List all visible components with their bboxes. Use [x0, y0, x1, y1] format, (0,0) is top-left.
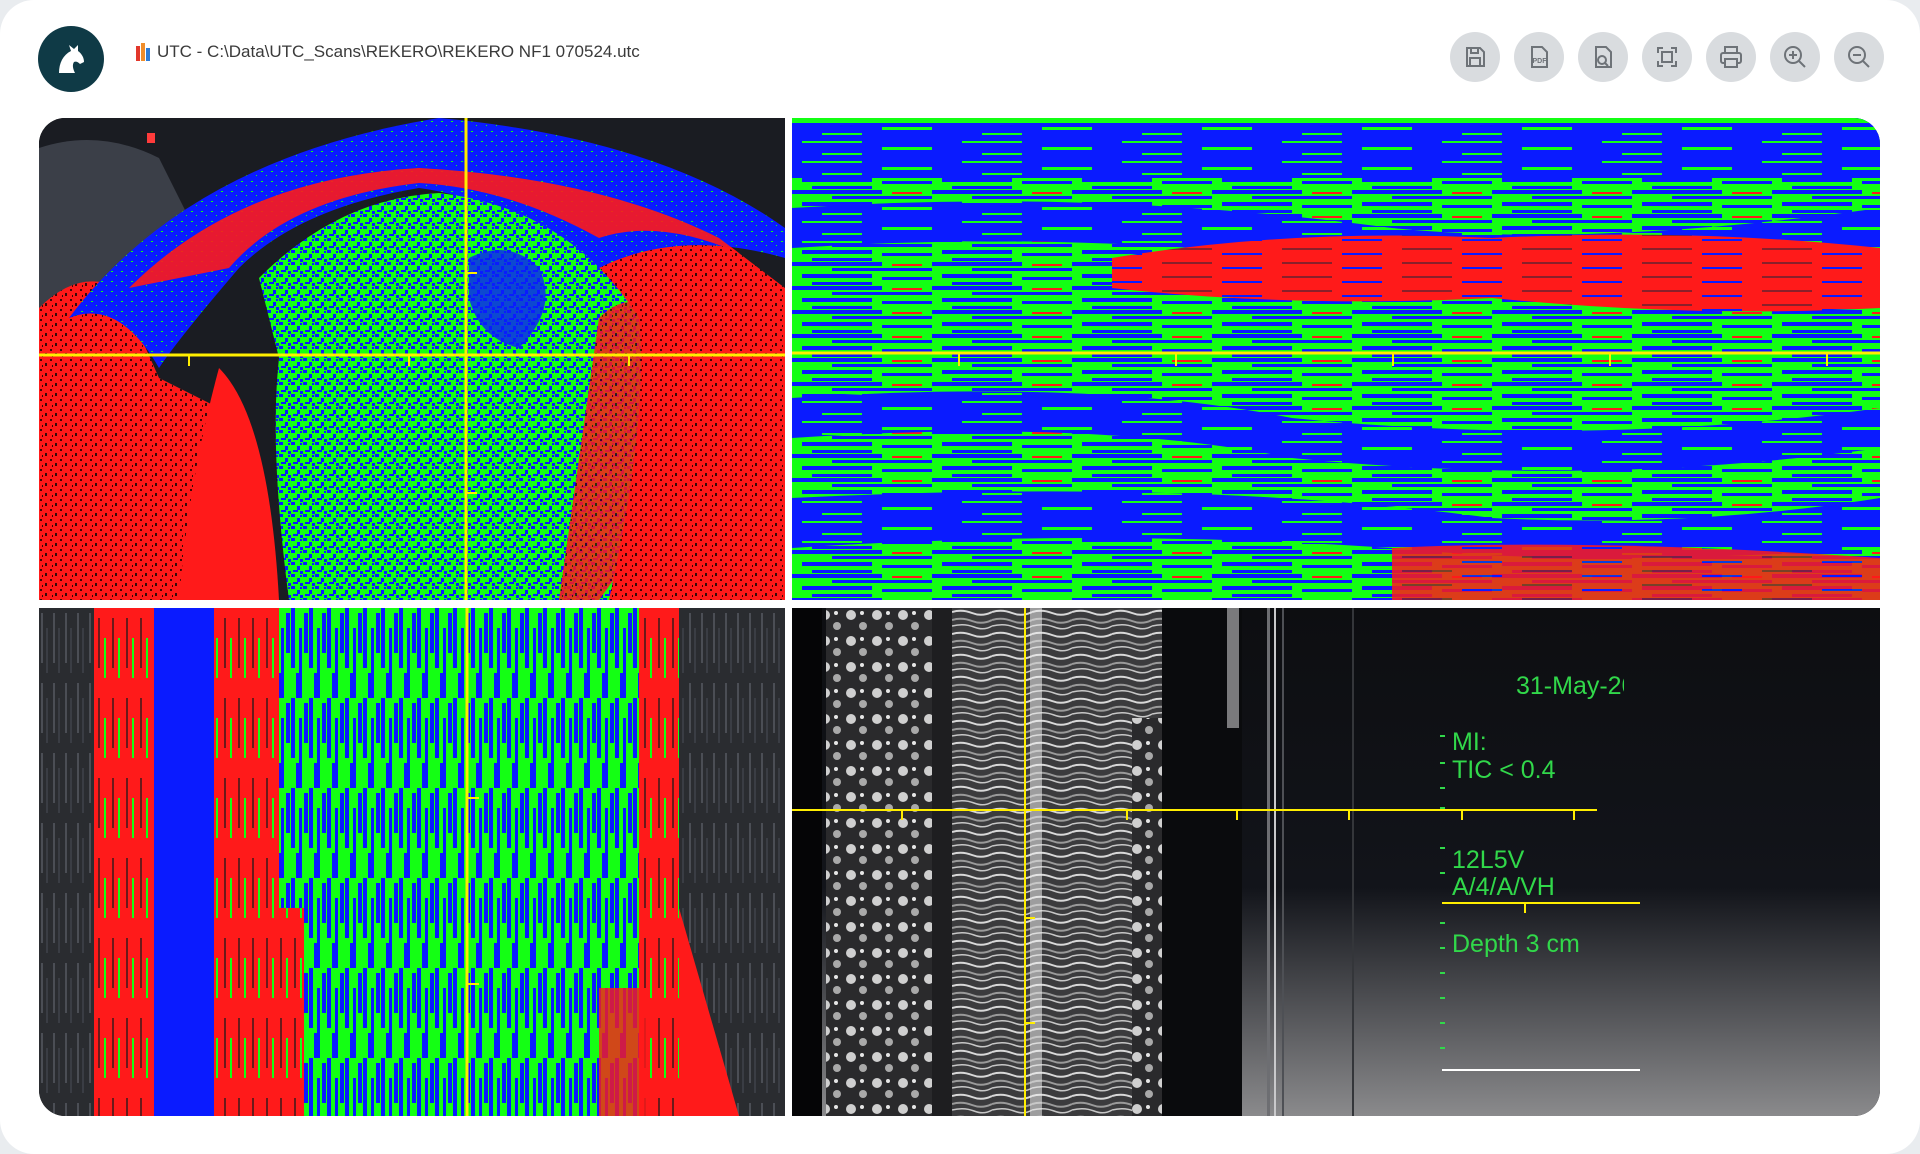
- bmode-scan-image: [792, 608, 1880, 1116]
- pdf-button[interactable]: PDF: [1514, 32, 1564, 82]
- longitudinal-scan-image: [792, 118, 1880, 600]
- transverse-scan-image: [39, 118, 785, 600]
- sagittal-scan-panel[interactable]: [39, 608, 785, 1116]
- preset-label: A/4/A/VH: [1452, 873, 1555, 901]
- title-bar: UTC - C:\Data\UTC_Scans\REKERO\REKERO NF…: [0, 0, 1920, 112]
- mi-label: MI:: [1452, 728, 1487, 756]
- zoom-out-button[interactable]: [1834, 32, 1884, 82]
- pdf-icon: PDF: [1531, 46, 1548, 68]
- window-title-area: UTC - C:\Data\UTC_Scans\REKERO\REKERO NF…: [136, 42, 640, 62]
- utc-app-icon: [136, 43, 150, 61]
- pdf-label: PDF: [1533, 58, 1548, 65]
- sagittal-scan-image: [39, 608, 785, 1116]
- fit-screen-button[interactable]: [1642, 32, 1692, 82]
- export-button[interactable]: [1578, 32, 1628, 82]
- toolbar: PDF: [1450, 32, 1884, 82]
- transverse-scan-panel[interactable]: [39, 118, 785, 600]
- zoom-in-button[interactable]: [1770, 32, 1820, 82]
- print-button[interactable]: [1706, 32, 1756, 82]
- save-button[interactable]: [1450, 32, 1500, 82]
- zoom-out-icon: [1848, 46, 1870, 68]
- scan-date: 31-May-202: [1516, 672, 1624, 700]
- zoom-in-icon: [1784, 46, 1806, 68]
- save-icon: [1466, 47, 1485, 67]
- tic-label: TIC < 0.4: [1452, 756, 1556, 784]
- printer-icon: [1720, 46, 1742, 68]
- bmode-scan-panel[interactable]: 31-May-202 MI: TIC < 0.4 12L5V A/4/A/VH …: [792, 608, 1880, 1116]
- probe-label: 12L5V: [1452, 846, 1525, 874]
- window-title: UTC - C:\Data\UTC_Scans\REKERO\REKERO NF…: [157, 42, 640, 61]
- fit-screen-icon: [1657, 47, 1677, 67]
- depth-label: Depth 3 cm: [1452, 930, 1580, 958]
- longitudinal-scan-panel[interactable]: [792, 118, 1880, 600]
- export-file-icon: [1595, 46, 1612, 68]
- app-window: UTC - C:\Data\UTC_Scans\REKERO\REKERO NF…: [0, 0, 1920, 1154]
- horse-head-icon[interactable]: [38, 26, 104, 92]
